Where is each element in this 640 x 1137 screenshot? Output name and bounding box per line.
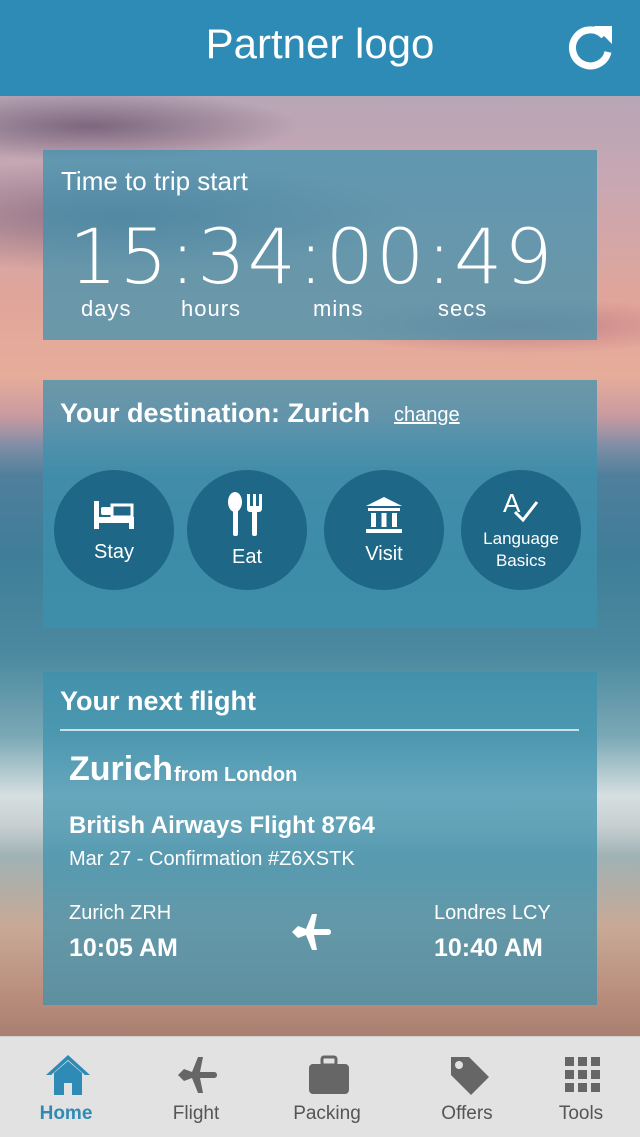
bed-icon xyxy=(94,500,134,529)
eat-label: Eat xyxy=(231,545,263,568)
days-label: days xyxy=(81,296,132,321)
tab-home[interactable]: Home xyxy=(2,1037,130,1137)
divider xyxy=(60,729,579,731)
hours-label: hours xyxy=(181,296,242,321)
departure-airport: Zurich ZRH xyxy=(69,902,172,924)
language-label-line2: Basics xyxy=(495,551,547,570)
language-icon: A xyxy=(503,488,539,523)
tab-offers[interactable]: Offers xyxy=(403,1037,531,1137)
change-destination-link[interactable]: change xyxy=(394,404,460,427)
header-bar: Partner logo xyxy=(0,0,640,96)
tab-packing[interactable]: Packing xyxy=(263,1037,391,1137)
tab-tools[interactable]: Tools xyxy=(517,1037,640,1137)
destination-title: Your destination: Zurich xyxy=(60,398,370,428)
tab-packing-label: Packing xyxy=(293,1103,361,1124)
tab-bar: Home Flight Packing Offers Tools xyxy=(0,1036,640,1137)
secs-label: secs xyxy=(438,296,488,321)
partner-logo: Partner logo xyxy=(205,20,435,67)
tab-tools-label: Tools xyxy=(558,1103,604,1124)
flight-confirmation: Mar 27 - Confirmation #Z6XSTK xyxy=(69,848,355,870)
mins-label: mins xyxy=(313,296,364,321)
flight-airline: British Airways Flight 8764 xyxy=(69,812,375,839)
language-basics-button[interactable]: A Language Basics xyxy=(461,470,581,590)
stay-button[interactable]: Stay xyxy=(54,470,174,590)
flight-origin: from London xyxy=(174,764,298,786)
grid-icon xyxy=(565,1057,600,1092)
tab-flight[interactable]: Flight xyxy=(132,1037,260,1137)
eat-button[interactable]: Eat xyxy=(187,470,307,590)
next-flight-panel[interactable]: Your next flight Zurich from London Brit… xyxy=(43,672,597,1005)
visit-button[interactable]: Visit xyxy=(324,470,444,590)
language-label-line1: Language xyxy=(483,529,559,548)
destination-panel: Your destination: Zurich change Stay Eat xyxy=(43,380,597,628)
arrival-time: 10:40 AM xyxy=(434,934,543,962)
flight-destination-city: Zurich xyxy=(69,750,173,788)
airplane-icon xyxy=(292,914,331,950)
suitcase-icon xyxy=(309,1055,349,1094)
stay-label: Stay xyxy=(93,540,135,563)
tab-offers-label: Offers xyxy=(441,1103,493,1124)
airplane-icon xyxy=(178,1057,217,1093)
departure-time: 10:05 AM xyxy=(69,934,178,962)
flight-heading: Your next flight xyxy=(60,686,256,716)
home-icon xyxy=(46,1055,90,1095)
arrival-airport: Londres LCY xyxy=(434,902,551,924)
countdown-panel: Time to trip start 15:34:00:49 days hour… xyxy=(43,150,597,340)
tag-icon xyxy=(451,1057,489,1095)
tab-flight-label: Flight xyxy=(172,1103,220,1124)
visit-label: Visit xyxy=(365,542,403,565)
refresh-icon[interactable] xyxy=(564,22,616,74)
countdown-label: Time to trip start xyxy=(61,166,248,196)
countdown-timer: 15:34:00:49 xyxy=(69,212,555,301)
tab-home-label: Home xyxy=(39,1103,93,1124)
utensils-icon xyxy=(228,491,262,536)
language-basics-label: Language Basics xyxy=(483,528,559,572)
landmark-icon xyxy=(366,496,402,533)
